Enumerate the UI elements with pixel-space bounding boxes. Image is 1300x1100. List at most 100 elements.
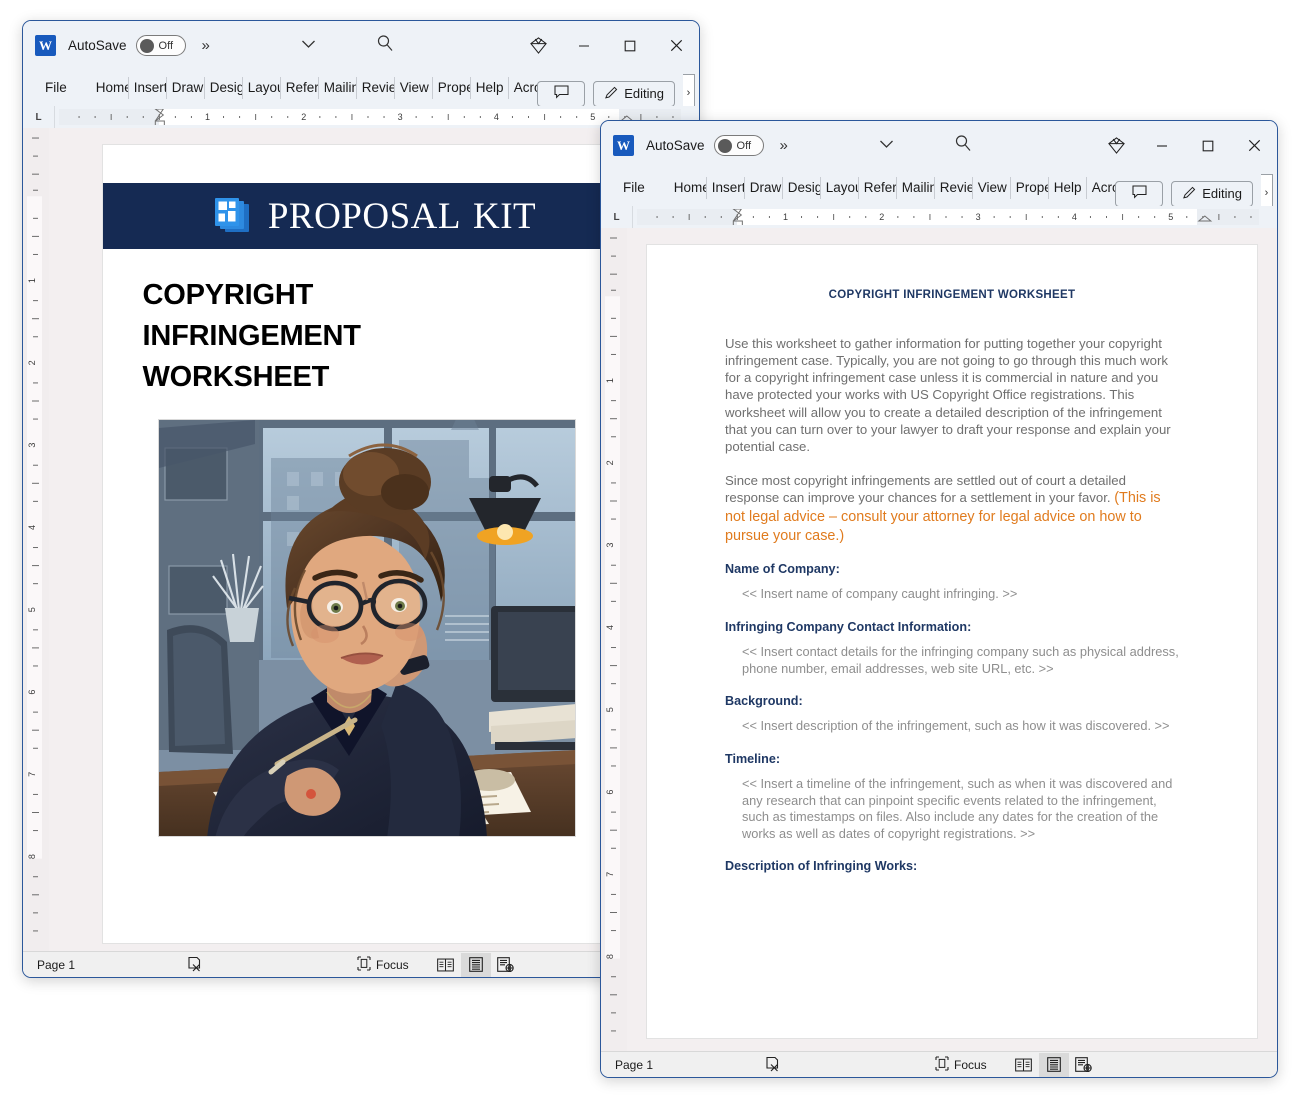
word-window-back[interactable]: W AutoSave Off » File Home Insert Draw D… — [22, 20, 700, 978]
horizontal-ruler-track[interactable]: 1 2 3 4 5 — [59, 109, 681, 125]
ribbon-right-group-front[interactable]: Editing › — [1115, 174, 1273, 206]
word-window-front[interactable]: W AutoSave Off » File Home Insert Draw D… — [600, 120, 1278, 1078]
web-layout-icon[interactable] — [1069, 1053, 1099, 1077]
tab-mailings[interactable]: Mailings — [897, 177, 935, 199]
tab-insert[interactable]: Insert — [707, 177, 745, 199]
view-switcher-back[interactable] — [431, 952, 521, 977]
tab-properties[interactable]: Properties — [1011, 177, 1049, 199]
tab-draw[interactable]: Draw — [167, 77, 205, 99]
proposal-kit-logo-icon — [212, 196, 254, 236]
vertical-ruler-front[interactable]: 1 2 3 4 5 6 7 8 — [601, 228, 627, 1051]
close-button[interactable] — [653, 21, 699, 70]
title-line-1: COPYRIGHT — [142, 279, 314, 311]
horizontal-ruler-front[interactable]: L 1 2 3 4 5 — [601, 206, 1277, 228]
focus-label: Focus — [376, 957, 409, 972]
tab-home[interactable]: Home — [91, 77, 129, 99]
focus-button-front[interactable]: Focus — [935, 1055, 987, 1074]
svg-text:8: 8 — [27, 854, 37, 859]
page-indicator-back[interactable]: Page 1 — [37, 958, 187, 972]
document-page-1-front[interactable]: COPYRIGHT INFRINGEMENT WORKSHEET Use thi… — [646, 244, 1258, 1039]
window-controls-back[interactable] — [515, 21, 699, 70]
tab-help[interactable]: Help — [1049, 177, 1087, 199]
tab-review[interactable]: Review — [935, 177, 973, 199]
svg-text:1: 1 — [205, 112, 210, 122]
proofing-errors-icon[interactable] — [765, 1056, 935, 1073]
comments-button[interactable] — [537, 80, 586, 106]
section-instruction-contact-information[interactable]: << Insert contact details for the infrin… — [742, 644, 1179, 677]
tab-insert[interactable]: Insert — [129, 77, 167, 99]
ribbon-overflow-button[interactable]: › — [1261, 174, 1273, 206]
read-mode-icon[interactable] — [1009, 1053, 1039, 1077]
autosave-label: AutoSave — [646, 138, 705, 153]
ribbon-tabs-front[interactable]: File Home Insert Draw Design Layout Refe… — [601, 170, 1277, 206]
diamond-icon[interactable] — [515, 21, 561, 70]
tab-properties[interactable]: Properties — [433, 77, 471, 99]
web-layout-icon[interactable] — [491, 953, 521, 977]
autosave-toggle[interactable]: Off — [713, 135, 764, 156]
worksheet-paragraph-2: Since most copyright infringements are s… — [725, 472, 1179, 545]
editing-mode-button[interactable]: Editing — [593, 80, 675, 106]
search-icon[interactable] — [953, 133, 973, 158]
search-icon[interactable] — [375, 33, 395, 58]
proofing-errors-icon[interactable] — [187, 956, 357, 973]
tab-view[interactable]: View — [973, 177, 1011, 199]
print-layout-icon[interactable] — [1038, 1052, 1069, 1077]
tab-help[interactable]: Help — [471, 77, 509, 99]
svg-text:2: 2 — [605, 460, 615, 465]
read-mode-icon[interactable] — [431, 953, 461, 977]
ribbon-display-chevron-icon[interactable] — [879, 137, 894, 152]
tab-file[interactable]: File — [619, 177, 649, 199]
tab-review[interactable]: Review — [357, 77, 395, 99]
document-illustration[interactable] — [157, 418, 576, 837]
svg-text:2: 2 — [301, 112, 306, 122]
tab-layout[interactable]: Layout — [821, 177, 859, 199]
minimize-button[interactable] — [561, 21, 607, 70]
tab-view[interactable]: View — [395, 77, 433, 99]
tab-design[interactable]: Design — [205, 77, 243, 99]
vertical-ruler-back[interactable]: 1 2 3 4 5 6 7 8 — [23, 128, 49, 951]
diamond-icon[interactable] — [1093, 121, 1139, 170]
maximize-button[interactable] — [607, 21, 653, 70]
ribbon-overflow-button[interactable]: › — [683, 74, 695, 106]
section-instruction-background[interactable]: << Insert description of the infringemen… — [742, 718, 1179, 735]
minimize-button[interactable] — [1139, 121, 1185, 170]
section-instruction-name-of-company[interactable]: << Insert name of company caught infring… — [742, 586, 1179, 603]
autosave-toggle-knob — [717, 138, 732, 153]
tab-mailings[interactable]: Mailings — [319, 77, 357, 99]
horizontal-ruler-back[interactable]: L 1 2 3 4 5 — [23, 106, 699, 128]
horizontal-ruler-track[interactable]: 1 2 3 4 5 — [637, 209, 1259, 225]
tab-layout[interactable]: Layout — [243, 77, 281, 99]
tab-home[interactable]: Home — [669, 177, 707, 199]
tab-file[interactable]: File — [41, 77, 71, 99]
document-canvas-front[interactable]: COPYRIGHT INFRINGEMENT WORKSHEET Use thi… — [627, 228, 1277, 1051]
ruler-ticks: 1 2 3 4 5 — [78, 109, 674, 125]
tab-design[interactable]: Design — [783, 177, 821, 199]
maximize-button[interactable] — [1185, 121, 1231, 170]
ribbon-right-group-back[interactable]: Editing › — [537, 74, 695, 106]
tab-stop-selector[interactable]: L — [23, 106, 55, 128]
ribbon-display-chevron-icon[interactable] — [301, 37, 316, 52]
page-indicator-front[interactable]: Page 1 — [615, 1058, 765, 1072]
editing-mode-button[interactable]: Editing — [1171, 180, 1253, 206]
tab-references[interactable]: References — [281, 77, 319, 99]
window-controls-front[interactable] — [1093, 121, 1277, 170]
tab-stop-selector[interactable]: L — [601, 206, 633, 228]
quick-access-overflow-icon[interactable]: » — [780, 137, 788, 154]
statusbar-back[interactable]: Page 1 Focus — [23, 951, 699, 977]
comments-button[interactable] — [1115, 180, 1164, 206]
view-switcher-front[interactable] — [1009, 1052, 1099, 1077]
quick-access-overflow-icon[interactable]: » — [202, 37, 210, 54]
focus-button-back[interactable]: Focus — [357, 955, 409, 974]
section-instruction-timeline[interactable]: << Insert a timeline of the infringement… — [742, 776, 1179, 843]
section-label-timeline: Timeline: — [725, 751, 781, 766]
ribbon-tabs-back[interactable]: File Home Insert Draw Design Layout Refe… — [23, 70, 699, 106]
statusbar-front[interactable]: Page 1 Focus — [601, 1051, 1277, 1077]
titlebar-back[interactable]: W AutoSave Off » — [23, 21, 699, 70]
document-page-1-back[interactable]: PROPOSAL KIT COPYRIGHT INFRINGEMENT WORKS… — [101, 144, 647, 944]
tab-draw[interactable]: Draw — [745, 177, 783, 199]
close-button[interactable] — [1231, 121, 1277, 170]
print-layout-icon[interactable] — [460, 952, 491, 977]
titlebar-front[interactable]: W AutoSave Off » — [601, 121, 1277, 170]
tab-references[interactable]: References — [859, 177, 897, 199]
autosave-toggle[interactable]: Off — [135, 35, 186, 56]
